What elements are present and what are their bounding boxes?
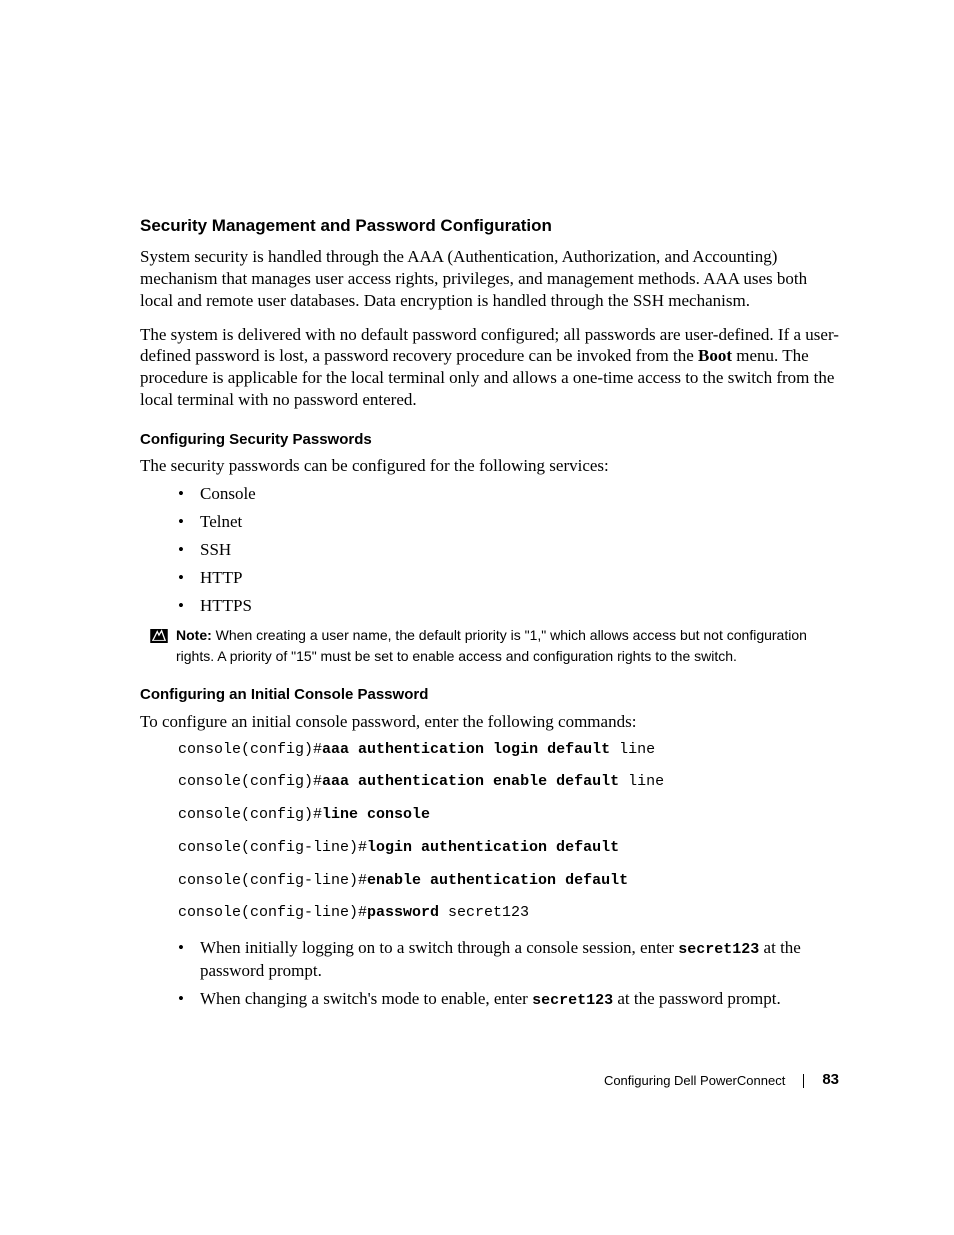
note-text: Note: When creating a user name, the def…	[176, 625, 839, 666]
sub1-intro: The security passwords can be configured…	[140, 455, 839, 477]
p2-bold-boot: Boot	[698, 346, 732, 365]
cmd-bold: password	[367, 904, 439, 921]
cmd-pre: console(config-line)#	[178, 839, 367, 856]
note-label: Note:	[176, 627, 212, 643]
cmd-pre: console(config-line)#	[178, 872, 367, 889]
cmd-bold: line console	[322, 806, 430, 823]
command-line: console(config)#aaa authentication enabl…	[178, 773, 839, 792]
command-line: console(config-line)#password secret123	[178, 904, 839, 923]
command-block: console(config)#aaa authentication login…	[178, 741, 839, 924]
section-heading: Security Management and Password Configu…	[140, 215, 839, 236]
command-line: console(config-line)#enable authenticati…	[178, 872, 839, 891]
list-item: SSH	[140, 539, 839, 561]
bottom2-code: secret123	[532, 992, 613, 1009]
page: Security Management and Password Configu…	[0, 0, 954, 1235]
page-footer: Configuring Dell PowerConnect 83	[604, 1071, 839, 1090]
cmd-pre: console(config)#	[178, 806, 322, 823]
note-block: Note: When creating a user name, the def…	[140, 625, 839, 666]
command-line: console(config)#line console	[178, 806, 839, 825]
cmd-bold: login authentication default	[367, 839, 619, 856]
paragraph-intro-2: The system is delivered with no default …	[140, 324, 839, 411]
footer-text: Configuring Dell PowerConnect	[604, 1073, 785, 1089]
cmd-post: secret123	[439, 904, 529, 921]
cmd-post: line	[619, 773, 664, 790]
bottom2-a: When changing a switch's mode to enable,…	[200, 989, 532, 1008]
cmd-pre: console(config)#	[178, 773, 322, 790]
bottom-list: When initially logging on to a switch th…	[140, 937, 839, 1010]
list-item: Telnet	[140, 511, 839, 533]
services-list: Console Telnet SSH HTTP HTTPS	[140, 483, 839, 617]
note-body: When creating a user name, the default p…	[176, 627, 807, 663]
list-item: Console	[140, 483, 839, 505]
cmd-bold: enable authentication default	[367, 872, 628, 889]
command-line: console(config)#aaa authentication login…	[178, 741, 839, 760]
subhead-configuring-initial-console-password: Configuring an Initial Console Password	[140, 686, 839, 705]
list-item: When initially logging on to a switch th…	[140, 937, 839, 982]
cmd-pre: console(config)#	[178, 741, 322, 758]
footer-separator	[803, 1074, 804, 1088]
bottom2-b: at the password prompt.	[613, 989, 781, 1008]
page-number: 83	[822, 1071, 839, 1090]
sub2-intro: To configure an initial console password…	[140, 711, 839, 733]
paragraph-intro-1: System security is handled through the A…	[140, 246, 839, 311]
subhead-configuring-security-passwords: Configuring Security Passwords	[140, 431, 839, 450]
command-line: console(config-line)#login authenticatio…	[178, 839, 839, 858]
list-item: When changing a switch's mode to enable,…	[140, 988, 839, 1011]
cmd-bold: aaa authentication enable default	[322, 773, 619, 790]
note-icon	[150, 627, 168, 641]
bottom1-a: When initially logging on to a switch th…	[200, 938, 678, 957]
cmd-post: line	[610, 741, 655, 758]
bottom1-code: secret123	[678, 941, 759, 958]
list-item: HTTPS	[140, 595, 839, 617]
cmd-pre: console(config-line)#	[178, 904, 367, 921]
cmd-bold: aaa authentication login default	[322, 741, 610, 758]
list-item: HTTP	[140, 567, 839, 589]
